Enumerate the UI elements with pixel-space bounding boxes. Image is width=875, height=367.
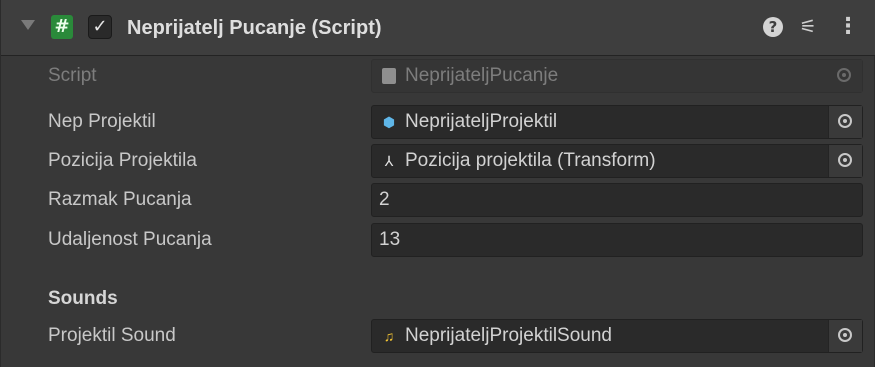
script-object-field: NeprijateljPucanje xyxy=(371,59,863,93)
inspector-component-panel: # ✓ Neprijatelj Pucanje (Script) ? ⚟ ⋮ S… xyxy=(0,0,875,367)
field-label-script: Script xyxy=(48,65,97,86)
field-label-udaljenost-pucanja: Udaljenost Pucanja xyxy=(48,229,212,250)
projektil-sound-value: NeprijateljProjektilSound xyxy=(405,325,612,346)
component-header[interactable]: # ✓ Neprijatelj Pucanje (Script) ? ⚟ ⋮ xyxy=(1,0,875,56)
razmak-pucanja-value[interactable]: 2 xyxy=(379,186,390,214)
audio-clip-icon: ♫ xyxy=(383,328,395,344)
prefab-icon: ⬢ xyxy=(382,114,396,130)
field-label-pozicija-projektila: Pozicija Projektila xyxy=(48,150,197,171)
nep-projektil-object-field[interactable]: ⬢ NeprijateljProjektil xyxy=(371,105,863,139)
object-picker-button[interactable] xyxy=(828,106,862,138)
script-object-value: NeprijateljPucanje xyxy=(405,65,559,86)
transform-icon: ⅄ xyxy=(384,153,394,169)
projektil-sound-object-field[interactable]: ♫ NeprijateljProjektilSound xyxy=(371,319,863,353)
field-label-razmak-pucanja: Razmak Pucanja xyxy=(48,189,192,210)
pozicija-projektila-object-field[interactable]: ⅄ Pozicija projektila (Transform) xyxy=(371,144,863,178)
object-picker-dot-icon xyxy=(843,119,847,123)
field-label-nep-projektil: Nep Projektil xyxy=(48,111,156,132)
presets-icon[interactable]: ⚟ xyxy=(797,15,819,39)
foldout-triangle-icon[interactable] xyxy=(21,20,35,30)
udaljenost-pucanja-value[interactable]: 13 xyxy=(379,226,400,254)
object-picker-dot-icon xyxy=(843,333,847,337)
object-picker-button xyxy=(828,60,862,92)
csharp-script-icon: # xyxy=(51,15,73,39)
nep-projektil-value: NeprijateljProjektil xyxy=(405,111,558,132)
component-title: Neprijatelj Pucanje (Script) xyxy=(127,17,382,39)
udaljenost-pucanja-number-field[interactable]: 13 xyxy=(371,223,863,257)
object-picker-button[interactable] xyxy=(828,320,862,352)
object-picker-dot-icon xyxy=(843,158,847,162)
razmak-pucanja-number-field[interactable]: 2 xyxy=(371,183,863,217)
kebab-menu-icon[interactable]: ⋮ xyxy=(837,14,859,40)
help-icon[interactable]: ? xyxy=(763,17,783,37)
script-asset-icon xyxy=(382,68,396,84)
object-picker-dot-icon xyxy=(842,73,846,77)
object-picker-button[interactable] xyxy=(828,145,862,177)
section-header-sounds: Sounds xyxy=(48,288,118,309)
field-label-projektil-sound: Projektil Sound xyxy=(48,325,176,346)
component-enabled-checkbox[interactable]: ✓ xyxy=(88,15,112,39)
pozicija-projektila-value: Pozicija projektila (Transform) xyxy=(405,150,656,171)
